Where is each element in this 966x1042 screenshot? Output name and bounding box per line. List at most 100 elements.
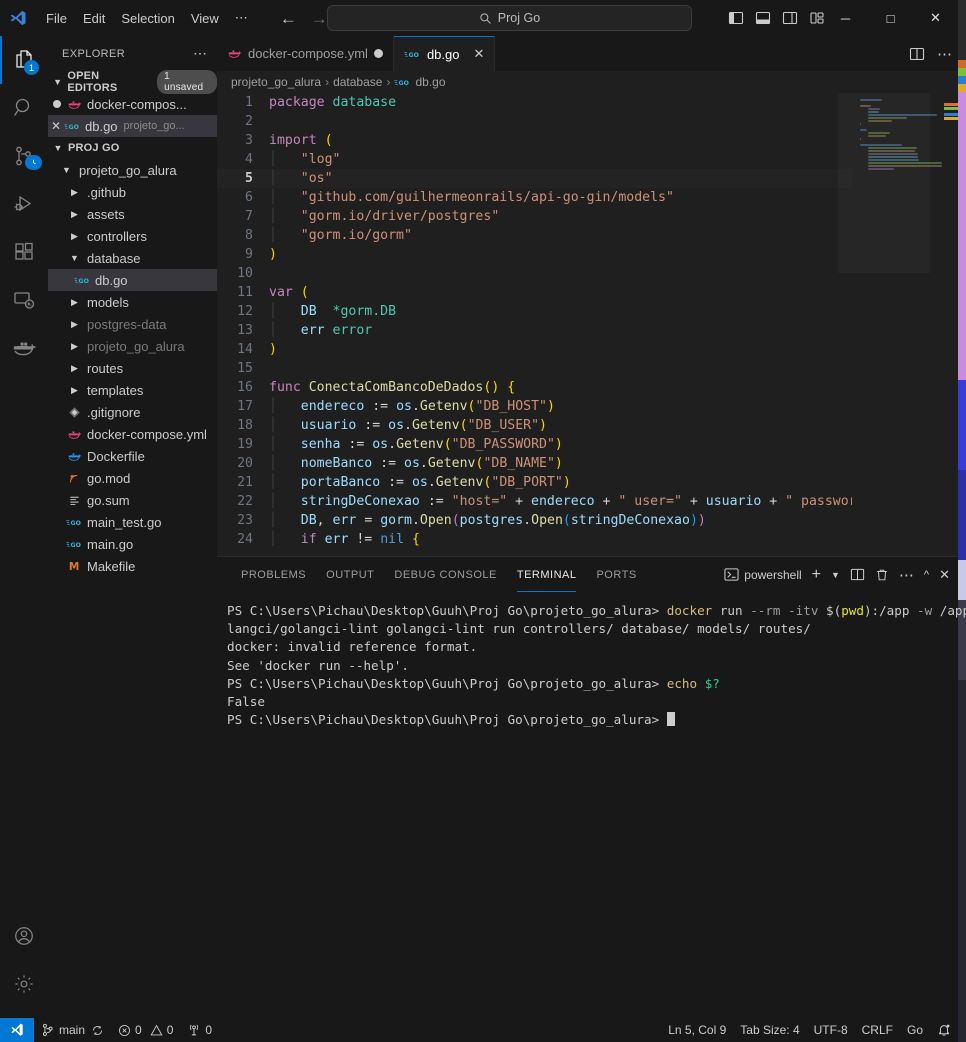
tree-folder-controllers[interactable]: ▶ controllers: [48, 225, 217, 247]
toggle-secondary-sidebar-icon[interactable]: [781, 9, 799, 27]
line-number: 23: [237, 513, 253, 528]
code-token: ): [269, 247, 277, 262]
minimize-button[interactable]: ─: [823, 0, 868, 36]
code-token: error: [332, 323, 373, 338]
tree-file-go-mod[interactable]: go.mod: [48, 467, 217, 489]
status-cursor-position[interactable]: Ln 5, Col 9: [661, 1018, 733, 1042]
menu-view[interactable]: View: [183, 8, 227, 29]
tree-folder-projeto-go-alura[interactable]: ▶ projeto_go_alura: [48, 335, 217, 357]
tree-folder-projeto-go-alura[interactable]: ▼ projeto_go_alura: [48, 159, 217, 181]
minimap[interactable]: [852, 93, 944, 556]
activitybar-item-manage[interactable]: [0, 960, 48, 1008]
tree-folder-assets[interactable]: ▶ assets: [48, 203, 217, 225]
tree-file-main-test-go[interactable]: GO main_test.go: [48, 511, 217, 533]
status-notifications[interactable]: [930, 1018, 958, 1042]
toggle-panel-icon[interactable]: [754, 9, 772, 27]
editor-scrollbar[interactable]: [944, 93, 958, 556]
status-ports[interactable]: 0: [180, 1018, 219, 1042]
close-icon[interactable]: ✕: [48, 119, 64, 133]
arrow-left-icon[interactable]: ←: [280, 10, 297, 27]
breadcrumb-item-file[interactable]: db.go: [415, 75, 445, 89]
tab-docker-compose-yml[interactable]: docker-compose.yml: [217, 36, 394, 71]
code-editor[interactable]: 1 package database 2 3 import (4 │ "log" 5 │ "o…: [217, 93, 958, 556]
tree-folder-database[interactable]: ▼ database: [48, 247, 217, 269]
tree-file-makefile[interactable]: M Makefile: [48, 555, 217, 577]
remote-window-indicator[interactable]: [0, 1018, 34, 1042]
terminal-output[interactable]: PS C:\Users\Pichau\Desktop\Guuh\Proj Go\…: [217, 592, 966, 729]
bottom-panel: PROBLEMS OUTPUT DEBUG CONSOLE TERMINAL P…: [217, 556, 966, 1019]
tree-file-dockerfile[interactable]: Dockerfile: [48, 445, 217, 467]
activitybar-item-extensions[interactable]: [0, 228, 48, 276]
status-problems[interactable]: 0 0: [111, 1018, 180, 1042]
error-icon: [118, 1024, 131, 1037]
more-actions-icon[interactable]: ⋯: [899, 566, 914, 584]
status-encoding[interactable]: UTF-8: [807, 1018, 855, 1042]
tree-folder-postgres-data[interactable]: ▶ postgres-data: [48, 313, 217, 335]
open-editor-item-db-go[interactable]: ✕ GO db.go projeto_go...: [48, 115, 217, 137]
tree-file-go-sum[interactable]: go.sum: [48, 489, 217, 511]
tree-folder-templates[interactable]: ▶ templates: [48, 379, 217, 401]
maximize-button[interactable]: □: [868, 0, 913, 36]
code-token: (: [324, 133, 333, 148]
menu-file[interactable]: File: [38, 8, 75, 29]
chevron-right-icon: ▶: [71, 362, 78, 373]
panel-tab-ports[interactable]: PORTS: [586, 557, 646, 592]
tree-file-db-go[interactable]: GO db.go: [48, 269, 217, 291]
activitybar-item-remote-explorer[interactable]: [0, 276, 48, 324]
trash-icon[interactable]: [875, 568, 889, 582]
terminal-scrollbar[interactable]: [944, 592, 958, 1019]
code-token: DB: [300, 304, 317, 319]
split-terminal-icon[interactable]: [850, 567, 865, 582]
code-token: nomeBanco: [300, 456, 381, 471]
breadcrumb-item-folder[interactable]: database: [333, 75, 382, 89]
terminal-shell-selector[interactable]: powershell: [724, 567, 802, 582]
panel-tab-terminal[interactable]: TERMINAL: [507, 557, 587, 592]
activitybar-item-run-and-debug[interactable]: [0, 180, 48, 228]
arrow-right-icon[interactable]: →: [311, 10, 328, 27]
close-button[interactable]: ✕: [913, 0, 958, 36]
toggle-primary-sidebar-icon[interactable]: [727, 9, 745, 27]
go-icon: GO: [66, 539, 83, 550]
menu-more[interactable]: ⋯: [227, 7, 256, 29]
close-icon[interactable]: ✕: [473, 46, 484, 62]
breadcrumb-item-project[interactable]: projeto_go_alura: [231, 75, 321, 89]
command-center[interactable]: Proj Go: [327, 5, 692, 31]
activitybar-item-source-control[interactable]: [0, 132, 48, 180]
open-editors-section-header[interactable]: ▼ OPEN EDITORS 1 unsaved: [48, 70, 217, 94]
open-editor-item-docker-compose[interactable]: docker-compos...: [48, 93, 217, 115]
code-token: ): [554, 456, 563, 471]
split-editor-icon[interactable]: [909, 46, 925, 62]
panel-tab-debug-console[interactable]: DEBUG CONSOLE: [384, 557, 506, 592]
tree-folder-models[interactable]: ▶ models: [48, 291, 217, 313]
code-token: ): [562, 475, 571, 490]
status-language-mode[interactable]: Go: [900, 1018, 930, 1042]
more-actions-icon[interactable]: ⋯: [189, 45, 211, 62]
status-tab-size[interactable]: Tab Size: 4: [733, 1018, 806, 1042]
activitybar-item-explorer[interactable]: 1: [0, 36, 48, 84]
workspace-section-header[interactable]: ▼ PROJ GO: [48, 137, 217, 159]
close-icon[interactable]: ✕: [939, 567, 950, 583]
activitybar-item-docker[interactable]: [0, 324, 48, 372]
tree-file-docker-compose-yml[interactable]: docker-compose.yml: [48, 423, 217, 445]
activitybar-item-accounts[interactable]: [0, 912, 48, 960]
tree-file-main-go[interactable]: GO main.go: [48, 533, 217, 555]
status-branch[interactable]: main: [34, 1018, 111, 1042]
tab-db-go[interactable]: GO db.go ✕: [393, 36, 496, 71]
panel-tab-problems[interactable]: PROBLEMS: [231, 557, 316, 592]
chevron-up-icon[interactable]: ^: [924, 569, 929, 581]
tree-file--gitignore[interactable]: .gitignore: [48, 401, 217, 423]
svg-text:GO: GO: [69, 124, 79, 131]
new-terminal-icon[interactable]: +: [812, 566, 821, 584]
activitybar-item-search[interactable]: [0, 84, 48, 132]
chevron-down-icon[interactable]: ▼: [831, 570, 840, 580]
menu-edit[interactable]: Edit: [75, 8, 113, 29]
panel-tab-output[interactable]: OUTPUT: [316, 557, 384, 592]
tree-folder-routes[interactable]: ▶ routes: [48, 357, 217, 379]
tree-folder--github[interactable]: ▶ .github: [48, 181, 217, 203]
sync-icon[interactable]: [91, 1024, 104, 1037]
status-eol[interactable]: CRLF: [855, 1018, 900, 1042]
menu-selection[interactable]: Selection: [113, 8, 182, 29]
more-actions-icon[interactable]: ⋯: [937, 45, 952, 63]
line-number: 4: [245, 152, 253, 167]
workspace-label: PROJ GO: [68, 142, 120, 154]
